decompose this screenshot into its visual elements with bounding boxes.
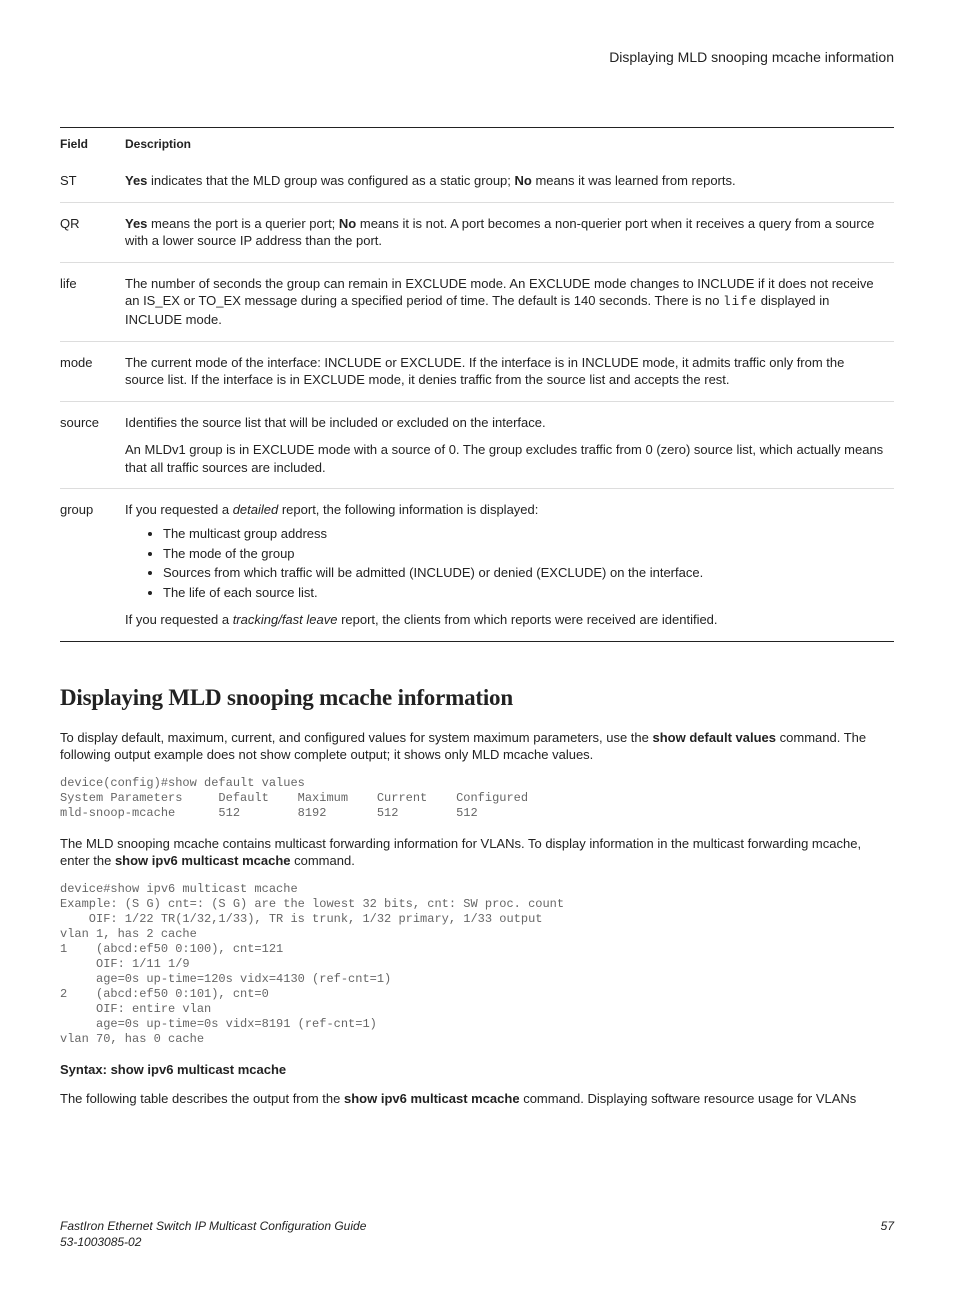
cell-desc: Identifies the source list that will be … xyxy=(125,401,894,489)
text: means the port is a querier port; xyxy=(147,216,338,231)
list-item: The multicast group address xyxy=(163,525,884,543)
paragraph: To display default, maximum, current, an… xyxy=(60,729,894,764)
text: An MLDv1 group is in EXCLUDE mode with a… xyxy=(125,441,884,476)
list-item: The mode of the group xyxy=(163,545,884,563)
text: If you requested a xyxy=(125,612,233,627)
table-row: life The number of seconds the group can… xyxy=(60,262,894,341)
bold-text: show default values xyxy=(652,730,776,745)
cell-field: group xyxy=(60,489,125,641)
text: command. xyxy=(291,853,355,868)
text: To display default, maximum, current, an… xyxy=(60,730,652,745)
inline-code: life xyxy=(723,295,757,309)
cell-desc: If you requested a detailed report, the … xyxy=(125,489,894,641)
bold-text: Yes xyxy=(125,216,147,231)
cell-desc: Yes means the port is a querier port; No… xyxy=(125,202,894,262)
text: Identifies the source list that will be … xyxy=(125,414,884,432)
bold-text: show ipv6 multicast mcache xyxy=(115,853,291,868)
bold-text: Yes xyxy=(125,173,147,188)
paragraph: The MLD snooping mcache contains multica… xyxy=(60,835,894,870)
cell-field: ST xyxy=(60,160,125,202)
page-header-title: Displaying MLD snooping mcache informati… xyxy=(60,48,894,67)
cell-field: source xyxy=(60,401,125,489)
cell-desc: The number of seconds the group can rema… xyxy=(125,262,894,341)
th-description: Description xyxy=(125,128,894,160)
table-row: ST Yes indicates that the MLD group was … xyxy=(60,160,894,202)
text: means it was learned from reports. xyxy=(532,173,736,188)
text: report, the following information is dis… xyxy=(278,502,538,517)
bold-text: show ipv6 multicast mcache xyxy=(344,1091,520,1106)
list-item: The life of each source list. xyxy=(163,584,884,602)
cell-field: mode xyxy=(60,341,125,401)
italic-text: detailed xyxy=(233,502,279,517)
bold-text: No xyxy=(339,216,356,231)
paragraph: The following table describes the output… xyxy=(60,1090,894,1108)
italic-text: tracking/fast leave xyxy=(233,612,338,627)
page-footer: FastIron Ethernet Switch IP Multicast Co… xyxy=(60,1218,894,1250)
text: report, the clients from which reports w… xyxy=(337,612,717,627)
text: If you requested a xyxy=(125,502,233,517)
text: indicates that the MLD group was configu… xyxy=(147,173,514,188)
bottom-rule xyxy=(60,641,894,642)
footer-doc-number: 53-1003085-02 xyxy=(60,1234,366,1250)
field-description-table: Field Description ST Yes indicates that … xyxy=(60,128,894,641)
table-row: QR Yes means the port is a querier port;… xyxy=(60,202,894,262)
cell-field: QR xyxy=(60,202,125,262)
section-heading: Displaying MLD snooping mcache informati… xyxy=(60,682,894,713)
th-field: Field xyxy=(60,128,125,160)
text: The following table describes the output… xyxy=(60,1091,344,1106)
footer-page-number: 57 xyxy=(881,1218,894,1250)
bold-text: No xyxy=(515,173,532,188)
table-row: source Identifies the source list that w… xyxy=(60,401,894,489)
cell-desc: Yes indicates that the MLD group was con… xyxy=(125,160,894,202)
cell-desc: The current mode of the interface: INCLU… xyxy=(125,341,894,401)
syntax-line: Syntax: show ipv6 multicast mcache xyxy=(60,1061,894,1079)
table-row: mode The current mode of the interface: … xyxy=(60,341,894,401)
code-block: device#show ipv6 multicast mcache Exampl… xyxy=(60,882,894,1047)
code-block: device(config)#show default values Syste… xyxy=(60,776,894,821)
list-item: Sources from which traffic will be admit… xyxy=(163,564,884,582)
table-row: group If you requested a detailed report… xyxy=(60,489,894,641)
footer-left: FastIron Ethernet Switch IP Multicast Co… xyxy=(60,1218,366,1250)
bullet-list: The multicast group address The mode of … xyxy=(125,525,884,601)
cell-field: life xyxy=(60,262,125,341)
text: command. Displaying software resource us… xyxy=(520,1091,857,1106)
footer-doc-title: FastIron Ethernet Switch IP Multicast Co… xyxy=(60,1218,366,1234)
